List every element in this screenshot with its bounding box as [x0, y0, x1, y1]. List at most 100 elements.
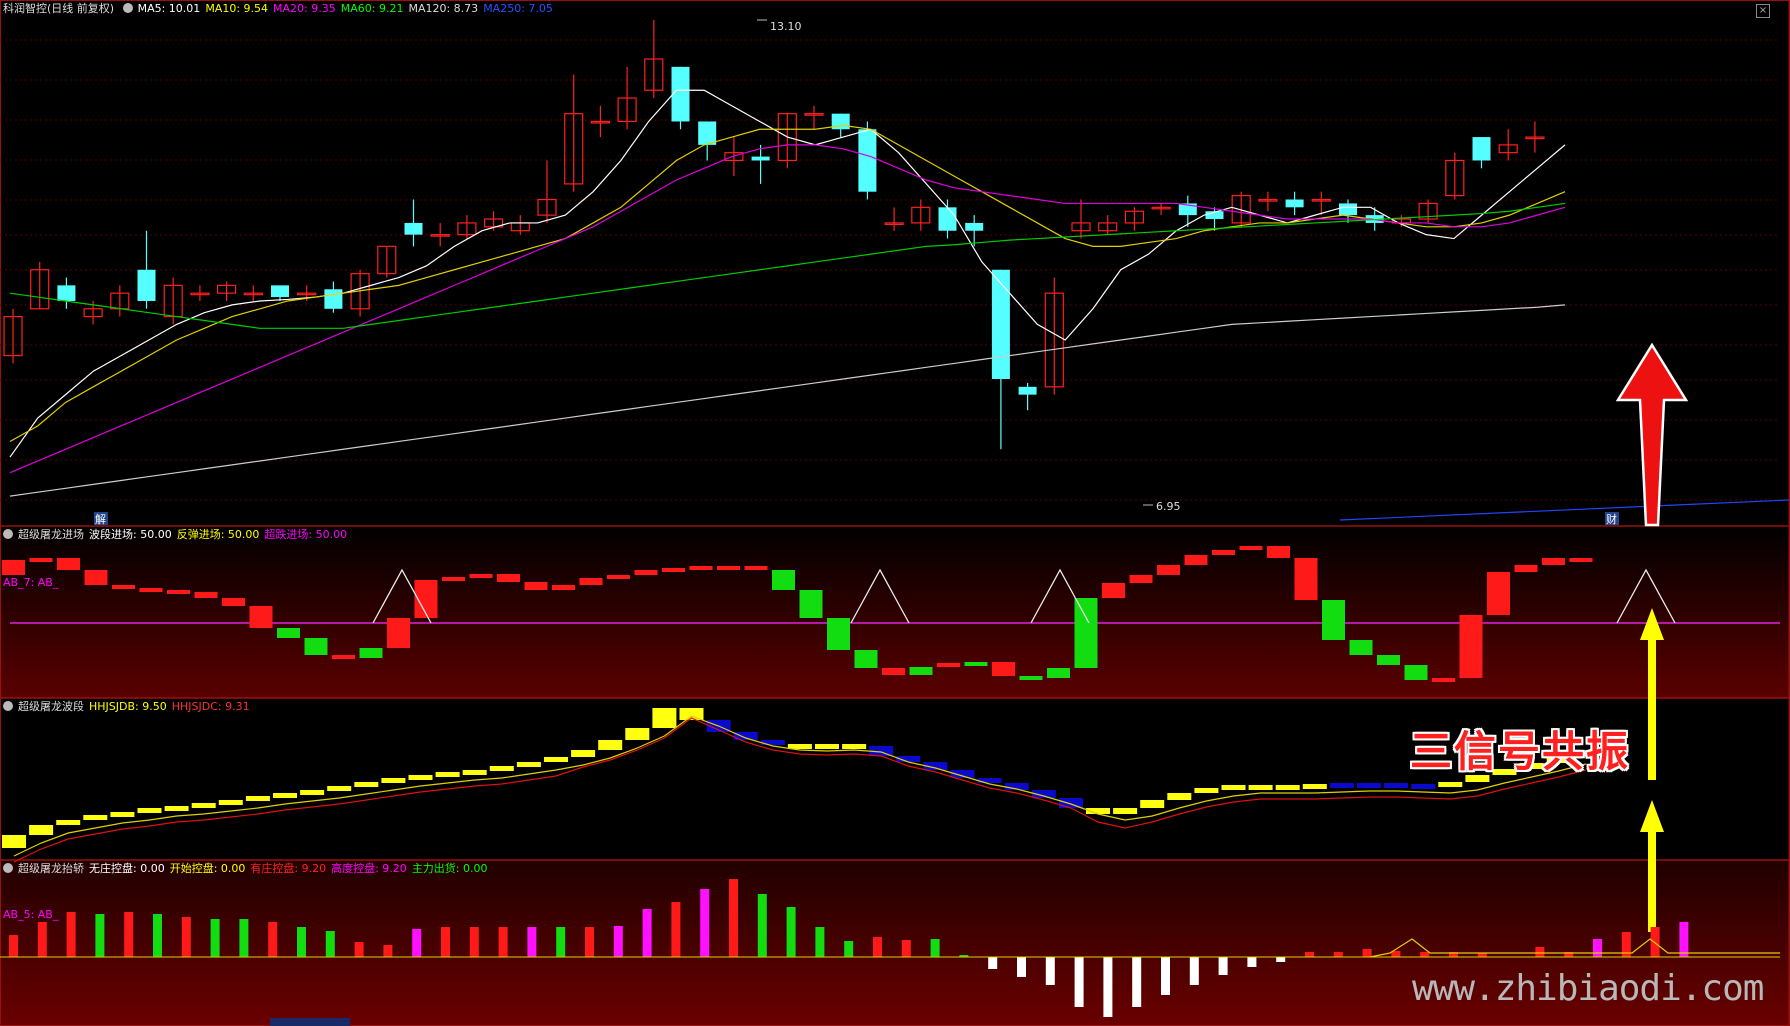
panel3-bar [9, 935, 18, 957]
panel2-title: 超级屠龙波段 [18, 700, 84, 713]
watermark: www.zhibiaodi.com [1412, 968, 1764, 1009]
panel1-block [1514, 565, 1538, 572]
panel3-bar [585, 927, 594, 957]
candle-body [404, 222, 423, 235]
panel3-bar [1593, 939, 1602, 957]
panel2-block [218, 800, 243, 805]
panel2-block [652, 708, 677, 728]
panel3-item-4: 主力出货: 0.00 [411, 862, 488, 875]
panel2-block [598, 740, 623, 750]
ma-legend-item-5: MA250: 7.05 [483, 2, 553, 15]
panel2-block [1411, 784, 1436, 789]
panel3-bar [1362, 949, 1372, 957]
panel2-block [164, 806, 189, 811]
candle-body [271, 285, 289, 298]
panel3-bar [1420, 952, 1430, 957]
signal-resonance-annotation: 三信号共振 [1410, 727, 1631, 776]
panel3-item-0: 无庄控盘: 0.00 [89, 862, 165, 875]
settings-icon[interactable] [3, 529, 13, 539]
panel1-block [1432, 678, 1455, 682]
ma-legend-item-2: MA20: 9.35 [273, 2, 336, 15]
ma-legend-item-4: MA120: 8.73 [408, 2, 479, 15]
panel3-bar [498, 927, 508, 957]
candle-body [1472, 137, 1491, 161]
candle-body [858, 129, 877, 192]
panel1-sub: AB_7: AB_ [3, 576, 59, 589]
panel2-block [1438, 782, 1463, 787]
panel3-bar [441, 927, 450, 957]
panel1-block [1019, 676, 1043, 680]
panel3-title: 超级屠龙抬轿 [18, 862, 84, 875]
ma-legend-item-1: MA10: 9.54 [205, 2, 269, 15]
panel3-bar [1276, 957, 1286, 962]
ma-legend-item-3: MA60: 9.21 [340, 2, 404, 15]
panel3-bar [181, 917, 191, 957]
settings-icon[interactable] [3, 701, 13, 711]
panel2-block [1275, 785, 1300, 790]
panel3-bar [786, 907, 796, 957]
panel1-block [222, 598, 245, 606]
panel2-block [516, 762, 541, 767]
panel3-bar [873, 937, 882, 957]
candle-body [671, 66, 690, 122]
panel2-block [408, 775, 433, 780]
panel3-bar [700, 889, 710, 957]
panel2-block [1140, 800, 1165, 808]
panel2-block [245, 796, 270, 801]
panel3-item-1: 开始控盘: 0.00 [169, 862, 246, 875]
panel3-bar [325, 931, 335, 957]
marker-right-label: 财 [1606, 512, 1617, 526]
main-legend: 科润智控(日线 前复权) MA5: 10.01 MA10: 9.54 MA20: 9… [3, 2, 563, 16]
panel1-block [1212, 550, 1235, 555]
panel3-bar [124, 912, 134, 957]
panel3-bar [930, 939, 940, 957]
settings-icon[interactable] [3, 863, 13, 873]
high-label: 13.10 [770, 20, 802, 33]
panel2-legend: 超级屠龙波段 HHJSJDB: 9.50 HHJSJDC: 9.31 [3, 700, 260, 714]
panel1-block [854, 650, 878, 668]
candle-body [698, 121, 717, 145]
panel3-bar [1218, 957, 1228, 975]
panel2-block [1221, 785, 1246, 790]
panel3-bar [1189, 957, 1199, 985]
panel1-block [1542, 558, 1565, 565]
panel1-block [662, 568, 685, 572]
panel3-item-3: 高度控盘: 9.20 [331, 862, 407, 875]
panel1-block [1377, 655, 1400, 665]
panel2-block [273, 793, 297, 798]
panel2-block [354, 782, 379, 787]
panel2-block [842, 744, 867, 749]
panel3-item-2: 有庄控盘: 9.20 [250, 862, 327, 875]
panel3-bar [729, 879, 738, 957]
date-axis-highlight [270, 1018, 350, 1026]
panel2-item-0: HHJSJDB: 9.50 [89, 700, 167, 713]
settings-icon[interactable] [122, 3, 133, 13]
panel3-bar [1074, 957, 1084, 1007]
close-icon[interactable]: × [1756, 4, 1770, 18]
panel3-bar [1679, 922, 1689, 957]
candle-body [324, 289, 343, 309]
panel1-item-1: 反弹进场: 50.00 [176, 528, 260, 541]
ma-legend-list: MA5: 10.01 MA10: 9.54 MA20: 9.35 MA60: 9.21… [138, 2, 558, 15]
panel3-legend: 超级屠龙抬轿 无庄控盘: 0.00 开始控盘: 0.00 有庄控盘: 9.20 高度控盘… [3, 862, 498, 876]
panel1-block [909, 667, 933, 675]
panel1-block [552, 585, 575, 590]
low-label: 6.95 [1156, 500, 1181, 513]
panel1-block [112, 585, 135, 589]
panel1-block [772, 570, 795, 590]
panel3-bar [354, 942, 364, 957]
panel1-block [1569, 558, 1593, 562]
candle-body [137, 269, 156, 301]
panel1-block [1294, 558, 1318, 600]
panel1-block [827, 618, 850, 650]
panel3-items: 无庄控盘: 0.00 开始控盘: 0.00 有庄控盘: 9.20 高度控盘: 9.20… [89, 862, 493, 875]
candle-body [1285, 199, 1304, 208]
panel3-bar [1132, 957, 1142, 1007]
candle-body [1018, 386, 1037, 395]
panel1-block [442, 577, 465, 581]
panel2-block [29, 825, 54, 835]
panel1-block [744, 566, 768, 570]
panel3-bar [95, 914, 105, 957]
panel3-bar [268, 922, 278, 957]
panel2-block [1384, 783, 1409, 788]
